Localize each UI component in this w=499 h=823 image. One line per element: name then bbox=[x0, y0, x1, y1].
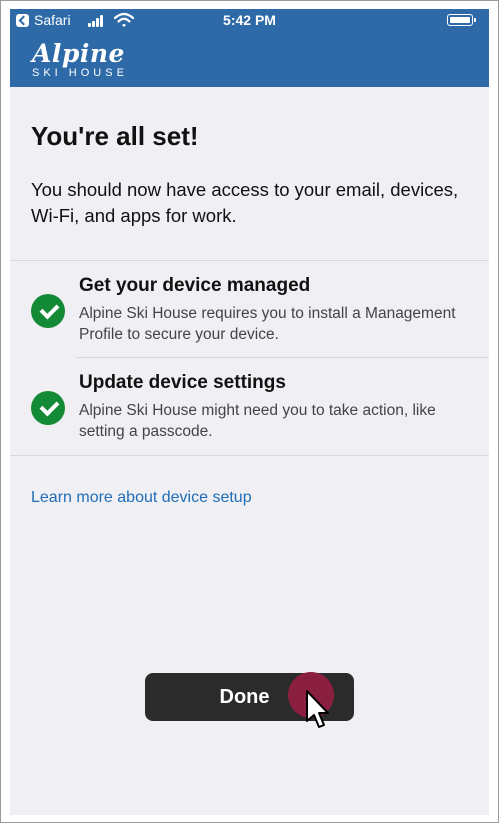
company-logo-subtitle: SKI HOUSE bbox=[32, 67, 128, 79]
item-description: Alpine Ski House requires you to install… bbox=[79, 305, 456, 343]
company-logo: Alpine bbox=[32, 39, 125, 68]
list-item-device-settings: Update device settings Alpine Ski House … bbox=[10, 358, 489, 455]
page-title: You're all set! bbox=[31, 121, 199, 151]
item-description: Alpine Ski House might need you to take … bbox=[79, 402, 436, 440]
checkmark-icon bbox=[31, 294, 65, 328]
status-time: 5:42 PM bbox=[223, 12, 276, 28]
battery-icon bbox=[447, 14, 476, 26]
done-button-label: Done bbox=[219, 686, 270, 708]
screenshot-frame: Safari 5:42 PM Alpine SKI HOUSE You're a… bbox=[0, 0, 499, 823]
status-bar: Safari 5:42 PM bbox=[10, 9, 489, 31]
mouse-cursor-icon bbox=[306, 690, 329, 728]
list-item-device-managed: Get your device managed Alpine Ski House… bbox=[10, 261, 489, 357]
phone-screen: Safari 5:42 PM Alpine SKI HOUSE You're a… bbox=[10, 9, 489, 815]
checkmark-icon bbox=[31, 391, 65, 425]
page-description: You should now have access to your email… bbox=[31, 179, 459, 226]
app-header: Safari 5:42 PM Alpine SKI HOUSE bbox=[10, 9, 489, 87]
divider bbox=[10, 455, 489, 456]
item-title: Get your device managed bbox=[79, 275, 311, 296]
item-title: Update device settings bbox=[79, 372, 286, 393]
learn-more-link[interactable]: Learn more about device setup bbox=[31, 489, 252, 507]
